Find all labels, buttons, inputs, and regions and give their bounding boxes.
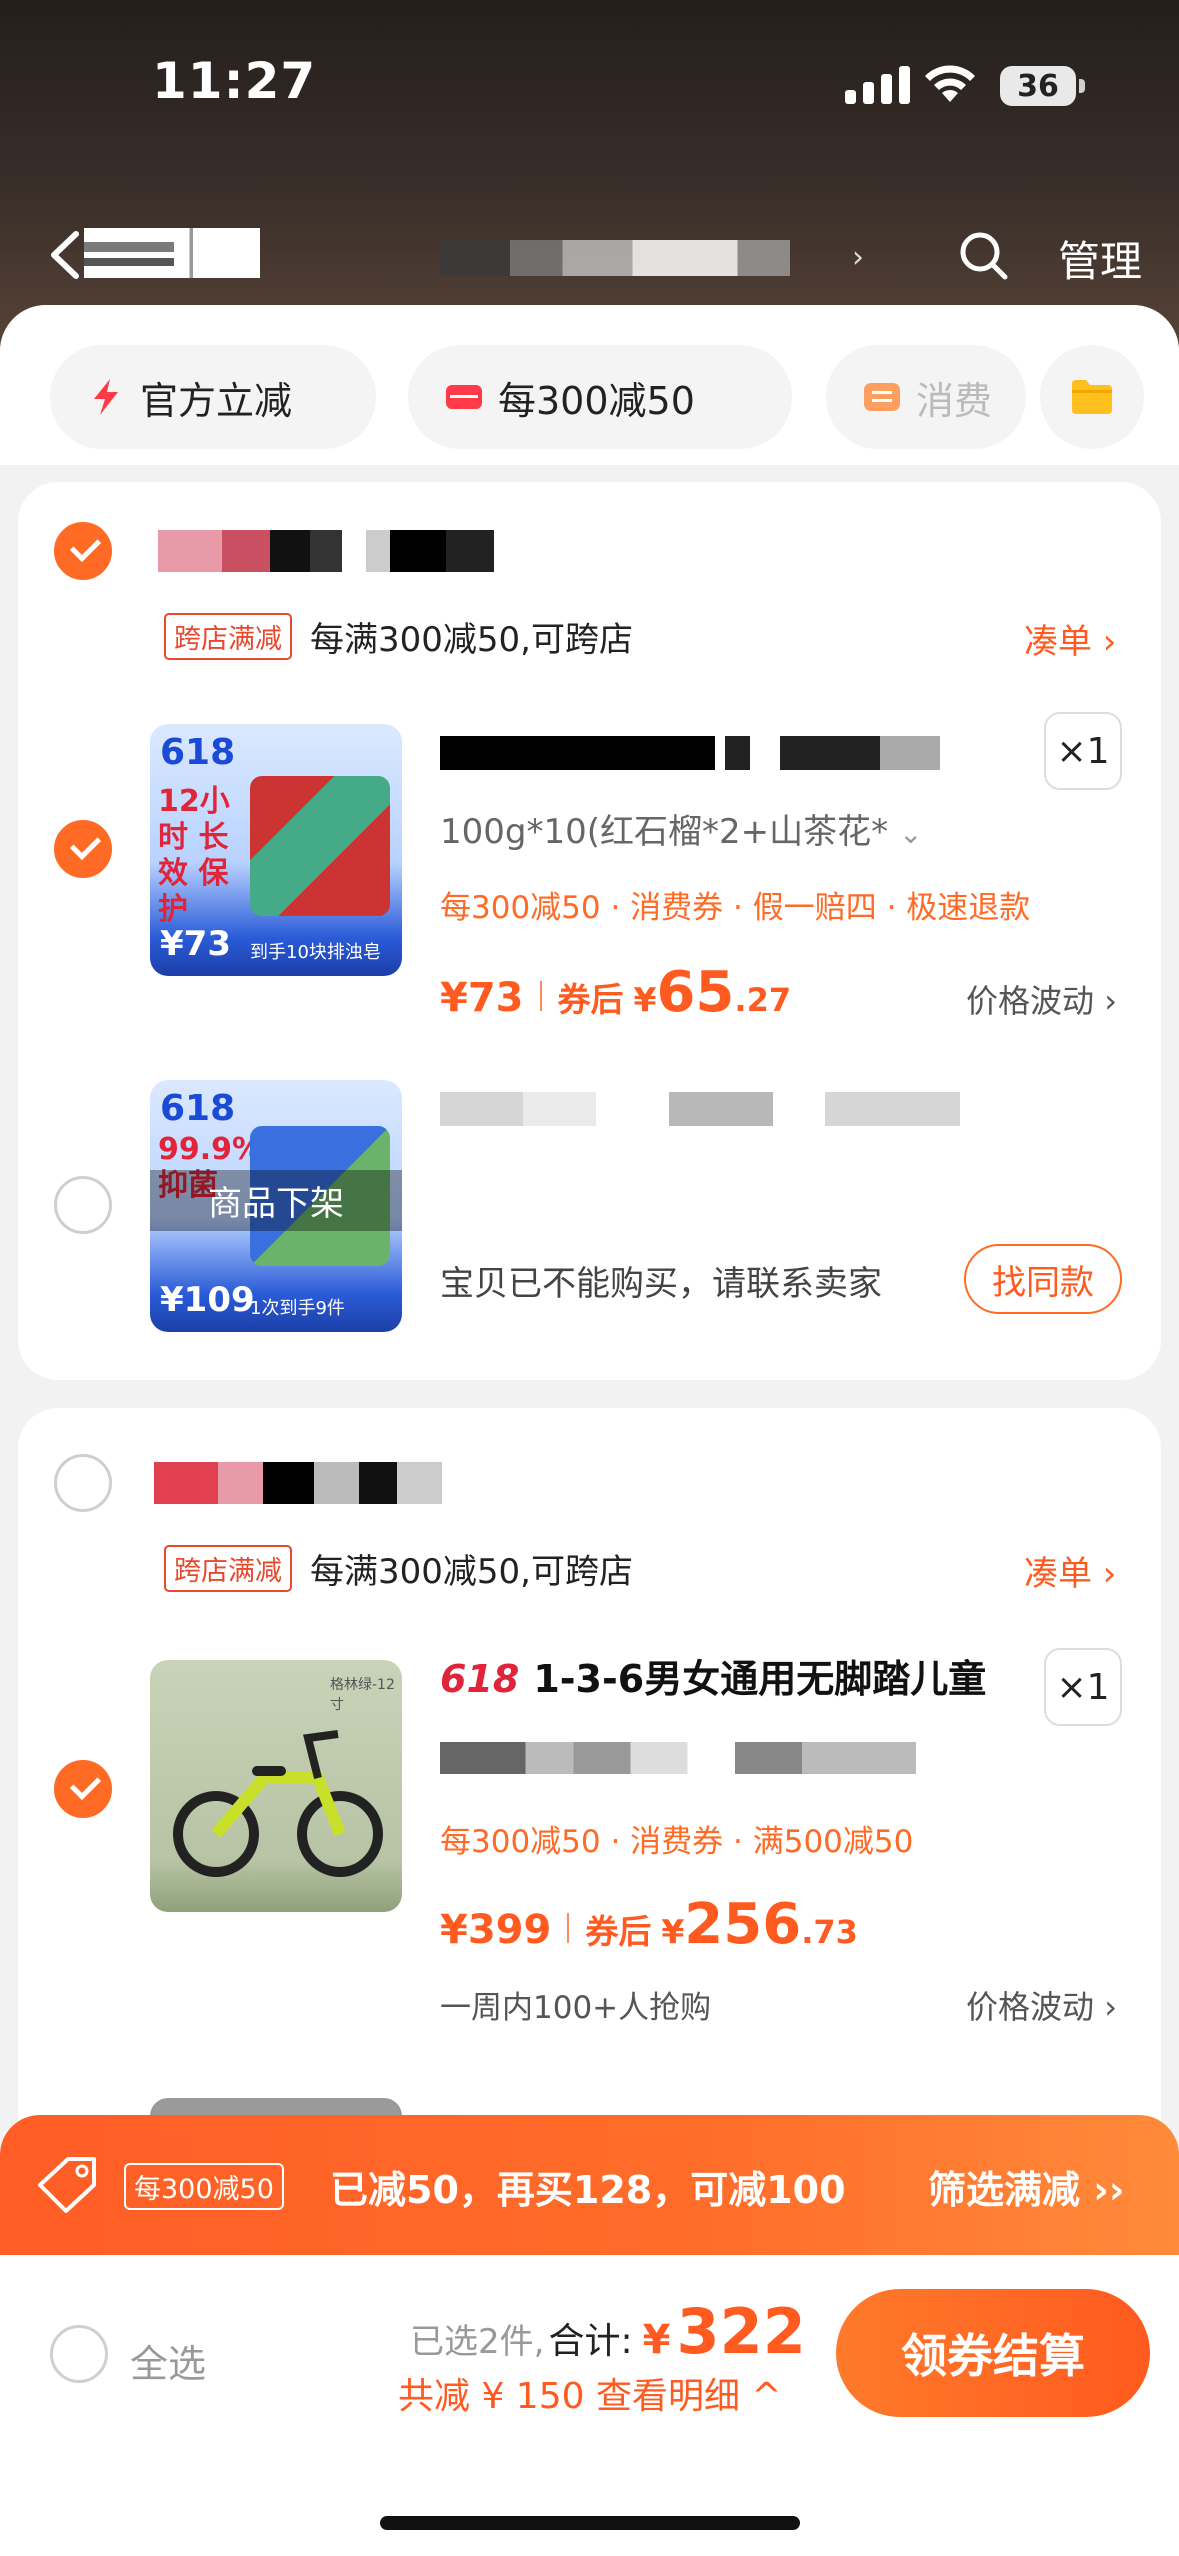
wifi-icon (925, 65, 975, 102)
price-fluctuation-link[interactable]: 价格波动 › (966, 976, 1117, 1022)
coudan-link[interactable]: 凑单 › (1024, 614, 1116, 663)
promo-tag: 跨店满减 (164, 1545, 292, 1592)
currency: ¥ (642, 2317, 671, 2363)
promo-text: 每满300减50,可跨店 (310, 620, 633, 660)
chip-every-300-minus-50[interactable]: 每300减50 (408, 345, 792, 449)
redacted-store-name[interactable] (154, 1462, 474, 1504)
chip-label: 官方立减 (140, 378, 293, 423)
nav-bar: › 管理 (0, 210, 1179, 300)
chip-label: 消费 (916, 378, 993, 423)
store-card-1: 跨店满减 每满300减50,可跨店 凑单 › 618 12小时 长效 保护 ¥7… (18, 482, 1161, 1380)
coupon-label: 券后 (585, 1912, 652, 1951)
search-icon[interactable] (956, 228, 1010, 282)
product-image[interactable]: 618 99.9% 抑菌 商品下架 ¥109 1次到手9件 (150, 1080, 402, 1332)
coupon-price: 256 (684, 1892, 802, 1957)
ticket-icon (864, 383, 900, 411)
sales-hint: 一周内100+人抢购 (440, 1990, 712, 2026)
redacted-product-title[interactable] (440, 1092, 960, 1126)
promo-banner[interactable]: 每300减50 已减50，再买128，可减100 筛选满减 ›› (0, 2115, 1179, 2255)
discount-detail-link[interactable]: 共减 ¥ 150 查看明细 ^ (398, 2367, 782, 2419)
cross-store-promo: 跨店满减 每满300减50,可跨店 (164, 1544, 633, 1593)
coupon-price-decimal: .27 (734, 981, 792, 1019)
quantity-button[interactable]: ×1 (1044, 1648, 1122, 1726)
chip-official-discount[interactable]: 官方立减 (50, 345, 376, 449)
status-time: 11:27 (152, 52, 317, 110)
quantity-button[interactable]: ×1 (1044, 712, 1122, 790)
redacted-address[interactable] (440, 240, 790, 276)
chip-consumption-coupon[interactable]: 消费 (826, 345, 1026, 449)
618-badge: 618 (440, 1657, 520, 1701)
sold-off-overlay: 商品下架 (150, 1170, 402, 1231)
original-price: ¥399 (440, 1907, 552, 1953)
currency: ¥ (661, 1912, 685, 1951)
chip-label: 每300减50 (498, 378, 695, 423)
lightning-icon (94, 379, 118, 415)
store-card-2: 跨店满减 每满300减50,可跨店 凑单 › 格林绿-12寸 618 1-3-6男… (18, 1408, 1161, 2168)
find-similar-button[interactable]: 找同款 (964, 1244, 1122, 1314)
redacted-store-name (84, 228, 260, 278)
product-image[interactable]: 格林绿-12寸 (150, 1660, 402, 1912)
price-row: ¥73 券后 ¥ 65 .27 (440, 960, 791, 1025)
price-fluctuation-link[interactable]: 价格波动 › (966, 1982, 1117, 2028)
image-price: ¥109 (160, 1280, 255, 1320)
image-badge: 618 (160, 732, 236, 773)
image-headline: 12小时 长效 保护 (158, 784, 230, 927)
image-caption: 格林绿-12寸 (330, 1677, 395, 1713)
store-checkbox[interactable] (54, 522, 112, 580)
total-label: 合计: (548, 2321, 633, 2362)
coupon-label: 券后 (557, 980, 624, 1019)
chevron-down-icon: ⌄ (898, 817, 923, 850)
tag-icon (38, 2157, 96, 2213)
selected-count: 已选2件, (410, 2322, 545, 2362)
currency: ¥ (633, 980, 657, 1019)
price-row: ¥399 券后 ¥ 256 .73 (440, 1892, 858, 1957)
redacted-sku[interactable] (440, 1742, 916, 1774)
status-bar: 11:27 36 (0, 0, 1179, 150)
total-line: 已选2件, 合计: ¥ 322 (410, 2295, 806, 2368)
soap-graphic (250, 776, 390, 916)
banner-text: 已减50，再买128，可减100 (330, 2168, 846, 2212)
promo-text: 每满300减50,可跨店 (310, 1552, 633, 1592)
unavailable-notice: 宝贝已不能购买，请联系卖家 (440, 1264, 882, 1304)
coupon-price-decimal: .73 (801, 1913, 858, 1951)
item-checkbox[interactable] (54, 820, 112, 878)
sku-selector[interactable]: 100g*10(红石榴*2+山茶花* ⌄ (440, 804, 922, 853)
store-checkbox[interactable] (54, 1454, 112, 1512)
image-footer: 到手10块排浊皂 (250, 942, 381, 963)
folder-icon (1072, 380, 1112, 414)
redacted-product-title[interactable] (440, 736, 940, 770)
promo-labels: 每300减50 · 消费券 · 假一赔四 · 极速退款 (440, 890, 1031, 926)
select-all-label[interactable]: 全选 (130, 2333, 206, 2388)
item-checkbox[interactable] (54, 1760, 112, 1818)
manage-button[interactable]: 管理 (1058, 228, 1142, 289)
filter-chips: 官方立减 每300减50 消费 (0, 305, 1179, 465)
chevron-right-icon: › (852, 240, 864, 275)
coudan-link[interactable]: 凑单 › (1024, 1546, 1116, 1595)
banner-promo-tag: 每300减50 (124, 2163, 284, 2210)
total-amount: 322 (676, 2295, 806, 2368)
original-price: ¥73 (440, 975, 524, 1021)
home-indicator (380, 2516, 800, 2530)
coupon-price: 65 (656, 960, 735, 1025)
folder-button[interactable] (1040, 345, 1144, 449)
select-all-checkbox[interactable] (50, 2325, 108, 2383)
image-price: ¥73 (160, 924, 231, 964)
promo-tag: 跨店满减 (164, 613, 292, 660)
battery-icon: 36 (1000, 66, 1085, 106)
checkout-bar: 全选 已选2件, 合计: ¥ 322 共减 ¥ 150 查看明细 ^ 领券结算 (0, 2255, 1179, 2556)
image-badge: 618 (160, 1088, 236, 1129)
title-text: 1-3-6男女通用无脚踏儿童 (533, 1657, 987, 1701)
signal-icon (845, 64, 910, 104)
checkout-button[interactable]: 领券结算 (836, 2289, 1150, 2417)
coupon-icon (446, 385, 482, 409)
cross-store-promo: 跨店满减 每满300减50,可跨店 (164, 612, 633, 661)
filter-full-discount-link[interactable]: 筛选满减 ›› (928, 2159, 1125, 2214)
product-title[interactable]: 618 1-3-6男女通用无脚踏儿童 (440, 1648, 986, 1703)
item-checkbox[interactable] (54, 1176, 112, 1234)
balance-bike-graphic (173, 1730, 383, 1877)
redacted-store-name[interactable] (158, 530, 558, 572)
image-footer: 1次到手9件 (250, 1298, 345, 1319)
product-image[interactable]: 618 12小时 长效 保护 ¥73 到手10块排浊皂 (150, 724, 402, 976)
promo-labels: 每300减50 · 消费券 · 满500减50 (440, 1824, 914, 1860)
